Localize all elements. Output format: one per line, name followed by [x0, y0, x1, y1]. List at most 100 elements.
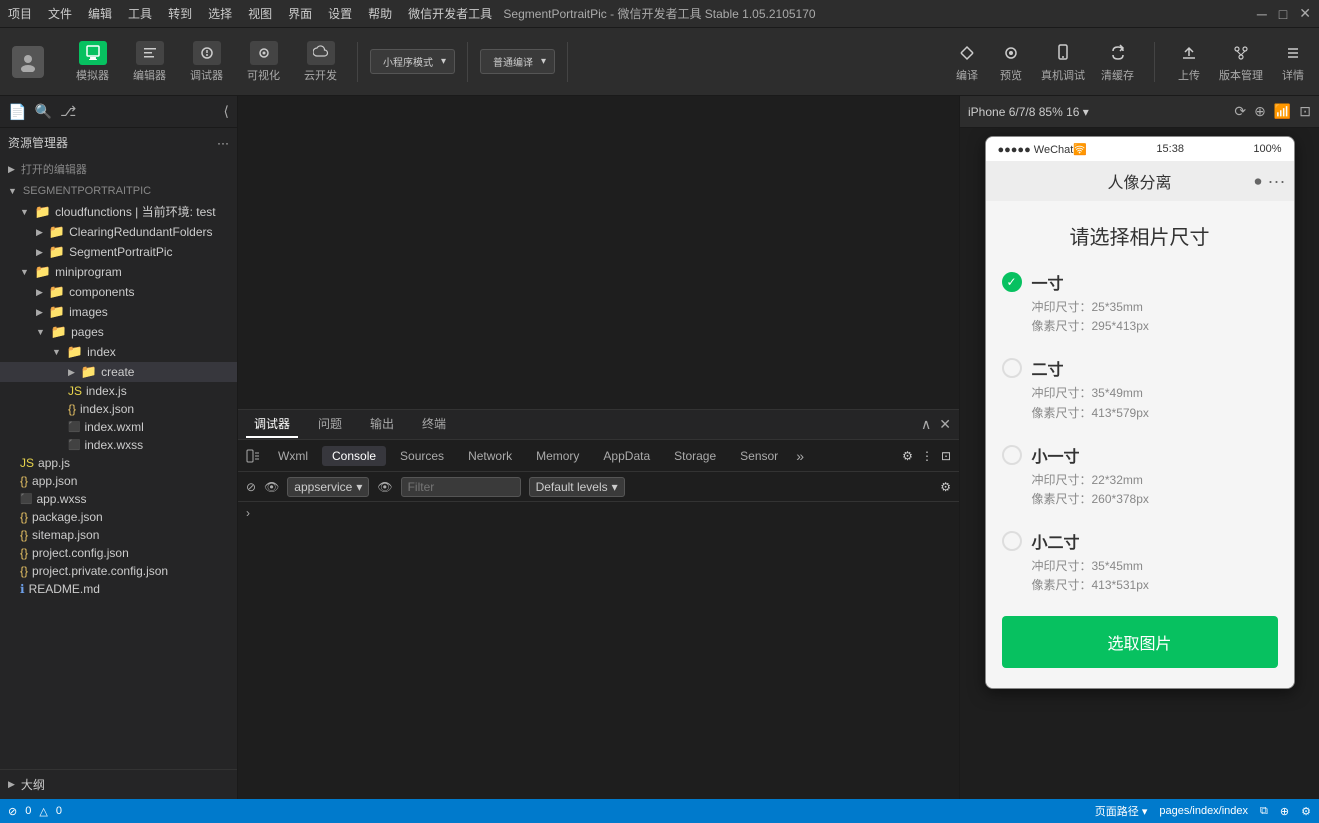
clear-cache-button[interactable]: 清缓存: [1101, 41, 1134, 83]
context-eye-icon[interactable]: 👁: [377, 480, 392, 494]
menu-tools[interactable]: 工具: [128, 5, 152, 22]
sidebar-git-icon[interactable]: ⎇: [60, 103, 76, 120]
debug-settings-icon[interactable]: ⚙: [902, 449, 913, 463]
sidebar-item-project-config[interactable]: {} project.config.json: [0, 544, 237, 562]
tab-output[interactable]: 输出: [362, 411, 402, 438]
open-editors-section[interactable]: ▶ 打开的编辑器: [0, 157, 237, 181]
device-dropdown[interactable]: iPhone 6/7/8 85% 16 ▾: [968, 105, 1089, 119]
sidebar-item-index-wxss[interactable]: ⬛ index.wxss: [0, 436, 237, 454]
wifi-icon[interactable]: 📶: [1274, 103, 1291, 120]
subtab-sources[interactable]: Sources: [390, 446, 454, 466]
upload-button[interactable]: 上传: [1175, 41, 1203, 83]
subtab-more[interactable]: »: [796, 448, 804, 464]
minimize-button[interactable]: ─: [1257, 6, 1267, 22]
file-explorer-more[interactable]: ···: [217, 136, 229, 150]
sidebar-item-readme[interactable]: ℹ README.md: [0, 580, 237, 598]
sidebar-item-index-json[interactable]: {} index.json: [0, 400, 237, 418]
sidebar-item-app-wxss[interactable]: ⬛ app.wxss: [0, 490, 237, 508]
tab-problems[interactable]: 问题: [310, 411, 350, 438]
subtab-storage[interactable]: Storage: [664, 446, 726, 466]
tab-terminal[interactable]: 终端: [414, 411, 454, 438]
option-small-2-inch[interactable]: 小二寸 冲印尺寸：35*45mm 像素尺寸：413*531px: [1002, 529, 1278, 595]
sidebar-item-clearing[interactable]: ▶ 📁 ClearingRedundantFolders: [0, 222, 237, 242]
editor-area[interactable]: [238, 96, 959, 409]
real-device-button[interactable]: 真机调试: [1041, 41, 1085, 83]
sidebar-item-components[interactable]: ▶ 📁 components: [0, 282, 237, 302]
select-image-button[interactable]: 选取图片: [1002, 616, 1278, 668]
sidebar-item-app-json[interactable]: {} app.json: [0, 472, 237, 490]
cloud-button[interactable]: 云开发: [296, 39, 345, 85]
sidebar-item-cloudfunctions[interactable]: ▼ 📁 cloudfunctions | 当前环境: test: [0, 201, 237, 222]
debugger-button[interactable]: 调试器: [182, 39, 231, 85]
sidebar-new-file-icon[interactable]: 📄: [8, 103, 27, 121]
menu-file[interactable]: 文件: [48, 5, 72, 22]
subtab-wxml[interactable]: Wxml: [268, 446, 318, 466]
menu-wechat-devtools[interactable]: 微信开发者工具: [408, 5, 492, 22]
sidebar-item-package-json[interactable]: {} package.json: [0, 508, 237, 526]
wechat-nav-record[interactable]: ⏺: [1255, 173, 1262, 190]
detail-button[interactable]: 详情: [1279, 41, 1307, 83]
project-section[interactable]: ▼ SEGMENTPORTRAITPIC: [0, 181, 237, 201]
sidebar-item-index[interactable]: ▼ 📁 index: [0, 342, 237, 362]
subtab-appdata[interactable]: AppData: [593, 446, 660, 466]
compile-dropdown[interactable]: 普通编译 ▾: [480, 49, 555, 74]
sidebar-item-miniprogram[interactable]: ▼ 📁 miniprogram: [0, 262, 237, 282]
option-small-1-inch[interactable]: 小一寸 冲印尺寸：22*32mm 像素尺寸：260*378px: [1002, 443, 1278, 509]
zoom-icon[interactable]: ⊕: [1254, 103, 1266, 120]
radio-1-inch[interactable]: [1002, 272, 1022, 292]
debug-sidebar-btn[interactable]: [246, 449, 260, 463]
subtab-network[interactable]: Network: [458, 446, 522, 466]
page-path-label[interactable]: 页面路径 ▾: [1095, 803, 1148, 819]
context-dropdown[interactable]: appservice ▾: [287, 477, 369, 497]
mode-dropdown[interactable]: 小程序模式 ▾: [370, 49, 455, 74]
debug-more-icon[interactable]: ⋮: [921, 449, 933, 463]
subtab-console[interactable]: Console: [322, 446, 386, 466]
translate-button[interactable]: 编译: [953, 41, 981, 83]
menu-help[interactable]: 帮助: [368, 5, 392, 22]
statusbar-settings-icon[interactable]: ⚙: [1301, 805, 1311, 818]
sidebar-item-app-js[interactable]: JS app.js: [0, 454, 237, 472]
close-button[interactable]: ✕: [1299, 5, 1311, 22]
menu-edit[interactable]: 编辑: [88, 5, 112, 22]
visual-button[interactable]: 可视化: [239, 39, 288, 85]
menu-settings[interactable]: 设置: [328, 5, 352, 22]
option-1-inch[interactable]: 一寸 冲印尺寸：25*35mm 像素尺寸：295*413px: [1002, 270, 1278, 336]
outline-section[interactable]: ▶ 大纲: [0, 769, 237, 799]
menu-interface[interactable]: 界面: [288, 5, 312, 22]
radio-2-inch[interactable]: [1002, 358, 1022, 378]
debug-filter-settings-icon[interactable]: ⚙: [940, 480, 951, 494]
menu-view[interactable]: 视图: [248, 5, 272, 22]
version-button[interactable]: 版本管理: [1219, 41, 1263, 83]
menu-select[interactable]: 选择: [208, 5, 232, 22]
sidebar-item-images[interactable]: ▶ 📁 images: [0, 302, 237, 322]
editor-button[interactable]: 编辑器: [125, 39, 174, 85]
filter-input[interactable]: [401, 477, 521, 497]
sidebar-item-pages[interactable]: ▼ 📁 pages: [0, 322, 237, 342]
simulator-button[interactable]: 模拟器: [68, 39, 117, 85]
tab-debugger[interactable]: 调试器: [246, 411, 298, 438]
sidebar-search-icon[interactable]: 🔍: [35, 103, 52, 120]
sidebar-item-index-js[interactable]: JS index.js: [0, 382, 237, 400]
page-path-copy-icon[interactable]: ⧉: [1260, 805, 1268, 818]
sidebar-item-index-wxml[interactable]: ⬛ index.wxml: [0, 418, 237, 436]
rotate-icon[interactable]: ⟳: [1234, 103, 1246, 120]
menu-project[interactable]: 项目: [8, 5, 32, 22]
debug-close-icon[interactable]: ✕: [939, 416, 951, 433]
debug-dock-icon[interactable]: ⊡: [941, 449, 951, 463]
debug-eye-icon[interactable]: 👁: [264, 480, 279, 494]
wechat-nav-more[interactable]: ···: [1268, 171, 1286, 192]
sidebar-item-create[interactable]: ▶ 📁 create: [0, 362, 237, 382]
sidebar-item-segmentpic[interactable]: ▶ 📁 SegmentPortraitPic: [0, 242, 237, 262]
sidebar-item-project-private[interactable]: {} project.private.config.json: [0, 562, 237, 580]
radio-small-1-inch[interactable]: [1002, 445, 1022, 465]
radio-small-2-inch[interactable]: [1002, 531, 1022, 551]
console-caret[interactable]: ›: [246, 506, 250, 520]
zoom-icon[interactable]: ⊕: [1280, 805, 1289, 818]
level-dropdown[interactable]: Default levels ▾: [529, 477, 625, 497]
subtab-memory[interactable]: Memory: [526, 446, 589, 466]
expand-icon[interactable]: ⊡: [1299, 103, 1311, 120]
debug-collapse-icon[interactable]: ∧: [921, 416, 931, 433]
sidebar-collapse-icon[interactable]: ⟨: [224, 103, 229, 120]
debug-prohibit-icon[interactable]: ⊘: [246, 480, 256, 494]
menu-goto[interactable]: 转到: [168, 5, 192, 22]
